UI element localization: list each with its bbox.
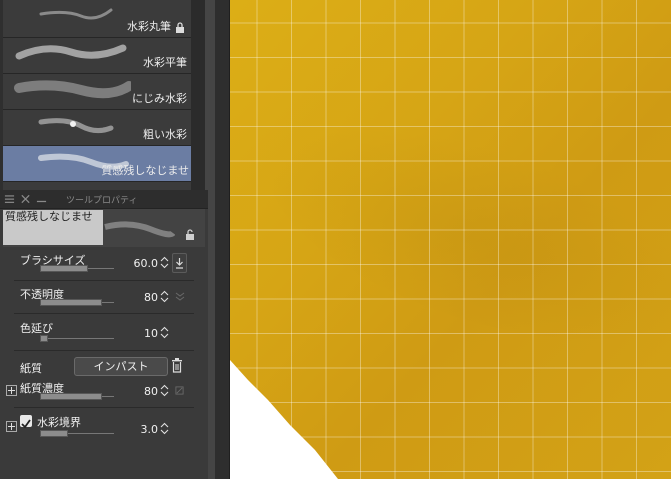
- menu-icon[interactable]: [4, 193, 15, 205]
- opacity-slider[interactable]: [40, 299, 102, 306]
- paper-label: 紙質: [20, 362, 42, 375]
- paper-density-row: 紙質濃度 80: [0, 376, 208, 406]
- color-stretch-slider[interactable]: [40, 335, 48, 342]
- watercolor-edge-spinner[interactable]: [160, 422, 169, 435]
- watercolor-edge-checkbox[interactable]: [20, 415, 32, 429]
- brush-stroke-preview: [15, 44, 127, 60]
- color-stretch-label: 色延び: [20, 322, 53, 335]
- panel-divider[interactable]: [215, 0, 230, 479]
- color-stretch-spinner[interactable]: [160, 326, 169, 339]
- row-separator: [14, 313, 194, 314]
- color-stretch-row: 色延び 10: [0, 316, 208, 348]
- minimize-icon[interactable]: [36, 193, 47, 205]
- brush-size-spinner[interactable]: [160, 256, 169, 269]
- brush-stroke-preview: [14, 80, 131, 99]
- brush-item-watercolor-round[interactable]: 水彩丸筆: [3, 0, 191, 38]
- brush-list-scrollbar[interactable]: [191, 0, 205, 190]
- row-separator: [14, 280, 194, 281]
- lock-icon[interactable]: [175, 22, 185, 33]
- brush-list: 水彩丸筆 水彩平筆 にじみ水彩 粗い水彩 質感残しなじませ: [0, 0, 191, 190]
- trash-icon[interactable]: [171, 358, 183, 373]
- slider-track: [88, 268, 114, 269]
- brush-item-bleed-watercolor[interactable]: にじみ水彩: [3, 74, 191, 110]
- tool-property-header: ツールプロパティ: [0, 190, 208, 209]
- brush-size-slider[interactable]: [40, 265, 88, 272]
- slider-track: [48, 338, 114, 339]
- brush-label: 水彩平筆: [143, 56, 187, 69]
- row-separator: [14, 350, 194, 351]
- paper-density-slider[interactable]: [40, 393, 102, 400]
- close-icon[interactable]: [20, 193, 31, 205]
- brush-item-partial[interactable]: [3, 182, 191, 190]
- drawing-canvas[interactable]: [230, 0, 671, 479]
- color-stretch-value[interactable]: 10: [118, 327, 158, 340]
- preview-stroke: [104, 221, 175, 238]
- watercolor-edge-slider[interactable]: [40, 430, 68, 437]
- opacity-pressure-icon[interactable]: [175, 290, 185, 302]
- preview-label: 質感残しなじませ: [3, 210, 103, 245]
- brush-item-texture-blend[interactable]: 質感残しなじませ: [3, 146, 191, 182]
- watercolor-edge-value[interactable]: 3.0: [118, 423, 159, 436]
- pressure-button[interactable]: [172, 253, 187, 273]
- brush-label: 粗い水彩: [143, 128, 187, 141]
- watercolor-edge-row: 水彩境界 3.0: [0, 410, 208, 444]
- expand-icon[interactable]: [6, 421, 17, 432]
- download-icon: [176, 258, 183, 269]
- slider-track: [102, 396, 114, 397]
- brush-label: にじみ水彩: [132, 92, 187, 105]
- tool-property-panel: ツールプロパティ 質感残しなじませ ブラシサイズ 60.0 不透明度 80 色延…: [0, 190, 208, 479]
- expand-icon[interactable]: [6, 385, 17, 396]
- opacity-row: 不透明度 80: [0, 282, 208, 312]
- paper-density-value[interactable]: 80: [118, 385, 158, 398]
- slider-track: [102, 302, 114, 303]
- brush-label: 水彩丸筆: [127, 20, 171, 33]
- brush-stroke-preview: [39, 8, 113, 20]
- paper-texture-button[interactable]: インパスト: [74, 357, 168, 376]
- opacity-value[interactable]: 80: [118, 291, 158, 304]
- brush-item-rough-watercolor[interactable]: 粗い水彩: [3, 110, 191, 146]
- brush-item-watercolor-flat[interactable]: 水彩平筆: [3, 38, 191, 74]
- brush-size-value[interactable]: 60.0: [118, 257, 159, 270]
- brush-stroke-preview: [38, 118, 114, 134]
- row-separator: [14, 407, 194, 408]
- brush-size-row: ブラシサイズ 60.0: [0, 248, 208, 280]
- brush-preview: 質感残しなじませ: [3, 209, 205, 247]
- check-icon: [21, 419, 31, 429]
- paper-density-pressure-icon[interactable]: [175, 386, 184, 395]
- opacity-spinner[interactable]: [160, 290, 169, 303]
- canvas-artwork: [230, 0, 671, 479]
- slider-track: [68, 433, 114, 434]
- brush-label: 質感残しなじませ: [101, 164, 189, 177]
- tool-property-title: ツールプロパティ: [66, 196, 138, 206]
- paper-density-spinner[interactable]: [160, 384, 169, 397]
- unlock-icon[interactable]: [185, 229, 195, 241]
- watercolor-edge-label: 水彩境界: [37, 416, 81, 429]
